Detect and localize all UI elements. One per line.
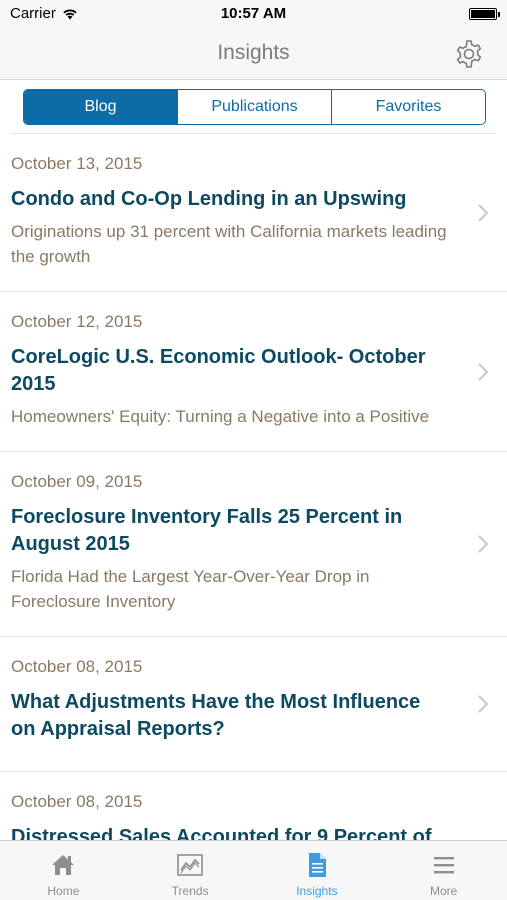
article-description: Homeowners' Equity: Turning a Negative i… [11, 407, 430, 426]
article-description: Originations up 31 percent with Californ… [11, 222, 447, 266]
battery-icon [469, 8, 500, 20]
tab-bar: Home Trends Insights More [0, 840, 507, 900]
article-title: Foreclosure Inventory Falls 25 Percent i… [11, 506, 403, 555]
tab-label: Insights [296, 884, 338, 898]
article-date: October 12, 2015 [11, 312, 143, 331]
tab-insights[interactable]: Insights [254, 841, 381, 900]
article-item[interactable]: October 08, 2015 What Adjustments Have t… [0, 637, 507, 772]
article-list: October 13, 2015 Condo and Co-Op Lending… [0, 134, 507, 840]
trends-chart-icon [177, 854, 203, 876]
tab-label: Home [47, 884, 80, 898]
navigation-bar: Insights [0, 28, 507, 80]
page-title: Insights [217, 41, 290, 64]
content-segmented-control: Blog Publications Favorites [23, 89, 486, 125]
gear-icon [456, 40, 482, 68]
article-item[interactable]: October 09, 2015 Foreclosure Inventory F… [0, 452, 507, 637]
status-time: 10:57 AM [220, 5, 287, 22]
home-icon [52, 855, 75, 875]
article-item[interactable]: October 13, 2015 Condo and Co-Op Lending… [0, 134, 507, 292]
insights-screen: Carrier 10:57 AM Insights Blog Publicati… [0, 0, 507, 900]
article-title: Distressed Sales Accounted for 9 Percent… [11, 826, 432, 840]
tab-label: Trends [171, 884, 209, 898]
segment-favorites[interactable]: Favorites [332, 90, 485, 124]
article-title: CoreLogic U.S. Economic Outlook- October… [11, 346, 426, 395]
article-date: October 08, 2015 [11, 657, 143, 676]
article-title: What Adjustments Have the Most Influence… [11, 691, 421, 740]
article-date: October 08, 2015 [11, 792, 143, 811]
status-bar: Carrier 10:57 AM [0, 0, 507, 28]
article-date: October 13, 2015 [11, 154, 143, 173]
document-icon [308, 853, 326, 877]
segment-publications[interactable]: Publications [178, 90, 332, 124]
article-item[interactable]: October 08, 2015 Distressed Sales Accoun… [0, 772, 507, 840]
article-description: Florida Had the Largest Year-Over-Year D… [11, 567, 370, 611]
article-item[interactable]: October 12, 2015 CoreLogic U.S. Economic… [0, 292, 507, 452]
article-date: October 09, 2015 [11, 472, 143, 491]
chevron-right-icon [478, 535, 489, 553]
tab-home[interactable]: Home [0, 841, 127, 900]
settings-button[interactable] [453, 38, 485, 70]
tab-more[interactable]: More [380, 841, 507, 900]
segment-blog[interactable]: Blog [24, 90, 178, 124]
tab-trends[interactable]: Trends [127, 841, 254, 900]
chevron-right-icon [478, 203, 489, 222]
tab-label: More [429, 884, 458, 898]
chevron-right-icon [478, 362, 489, 381]
menu-icon [433, 857, 454, 874]
chevron-right-icon [478, 695, 489, 713]
article-title: Condo and Co-Op Lending in an Upswing [11, 188, 407, 210]
